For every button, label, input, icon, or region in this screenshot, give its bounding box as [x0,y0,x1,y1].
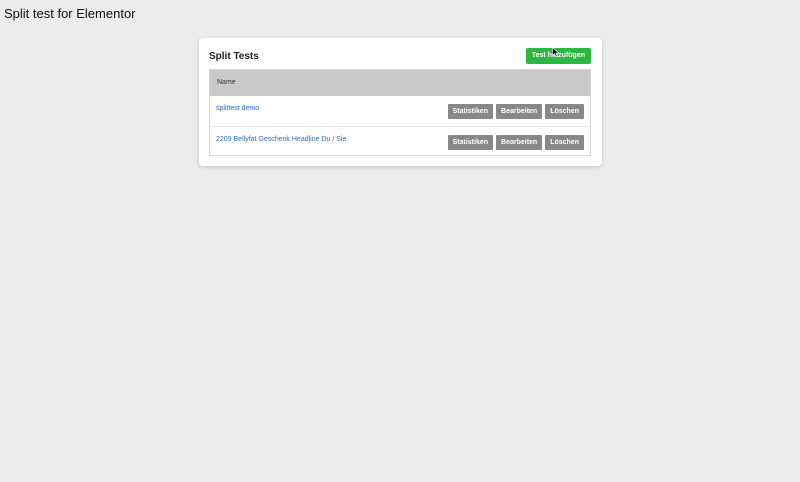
row-actions: Statistiken Bearbeiten Löschen [447,104,584,119]
split-tests-panel: Split Tests Test hinzufügen Name splitte… [199,38,602,166]
delete-button[interactable]: Löschen [545,135,584,150]
delete-button[interactable]: Löschen [545,104,584,119]
edit-button[interactable]: Bearbeiten [496,135,543,150]
mouse-pointer-icon [552,47,560,57]
panel-header: Split Tests Test hinzufügen [209,47,591,68]
split-tests-table: Name splittest demo Statistiken Bearbeit… [209,69,591,156]
table-header: Name [210,70,590,96]
test-name-link[interactable]: splittest demo [216,105,259,112]
test-name-link[interactable]: 2209 Bellyfat Geschenk Headline Du / Sie [216,136,346,143]
table-row: 2209 Bellyfat Geschenk Headline Du / Sie… [210,127,590,157]
column-header-name: Name [217,79,236,86]
table-row: splittest demo Statistiken Bearbeiten Lö… [210,96,590,127]
page-title: Split test for Elementor [4,6,136,21]
panel-title: Split Tests [209,51,259,62]
statistics-button[interactable]: Statistiken [447,135,494,150]
edit-button[interactable]: Bearbeiten [496,104,543,119]
statistics-button[interactable]: Statistiken [447,104,494,119]
row-actions: Statistiken Bearbeiten Löschen [447,135,584,150]
